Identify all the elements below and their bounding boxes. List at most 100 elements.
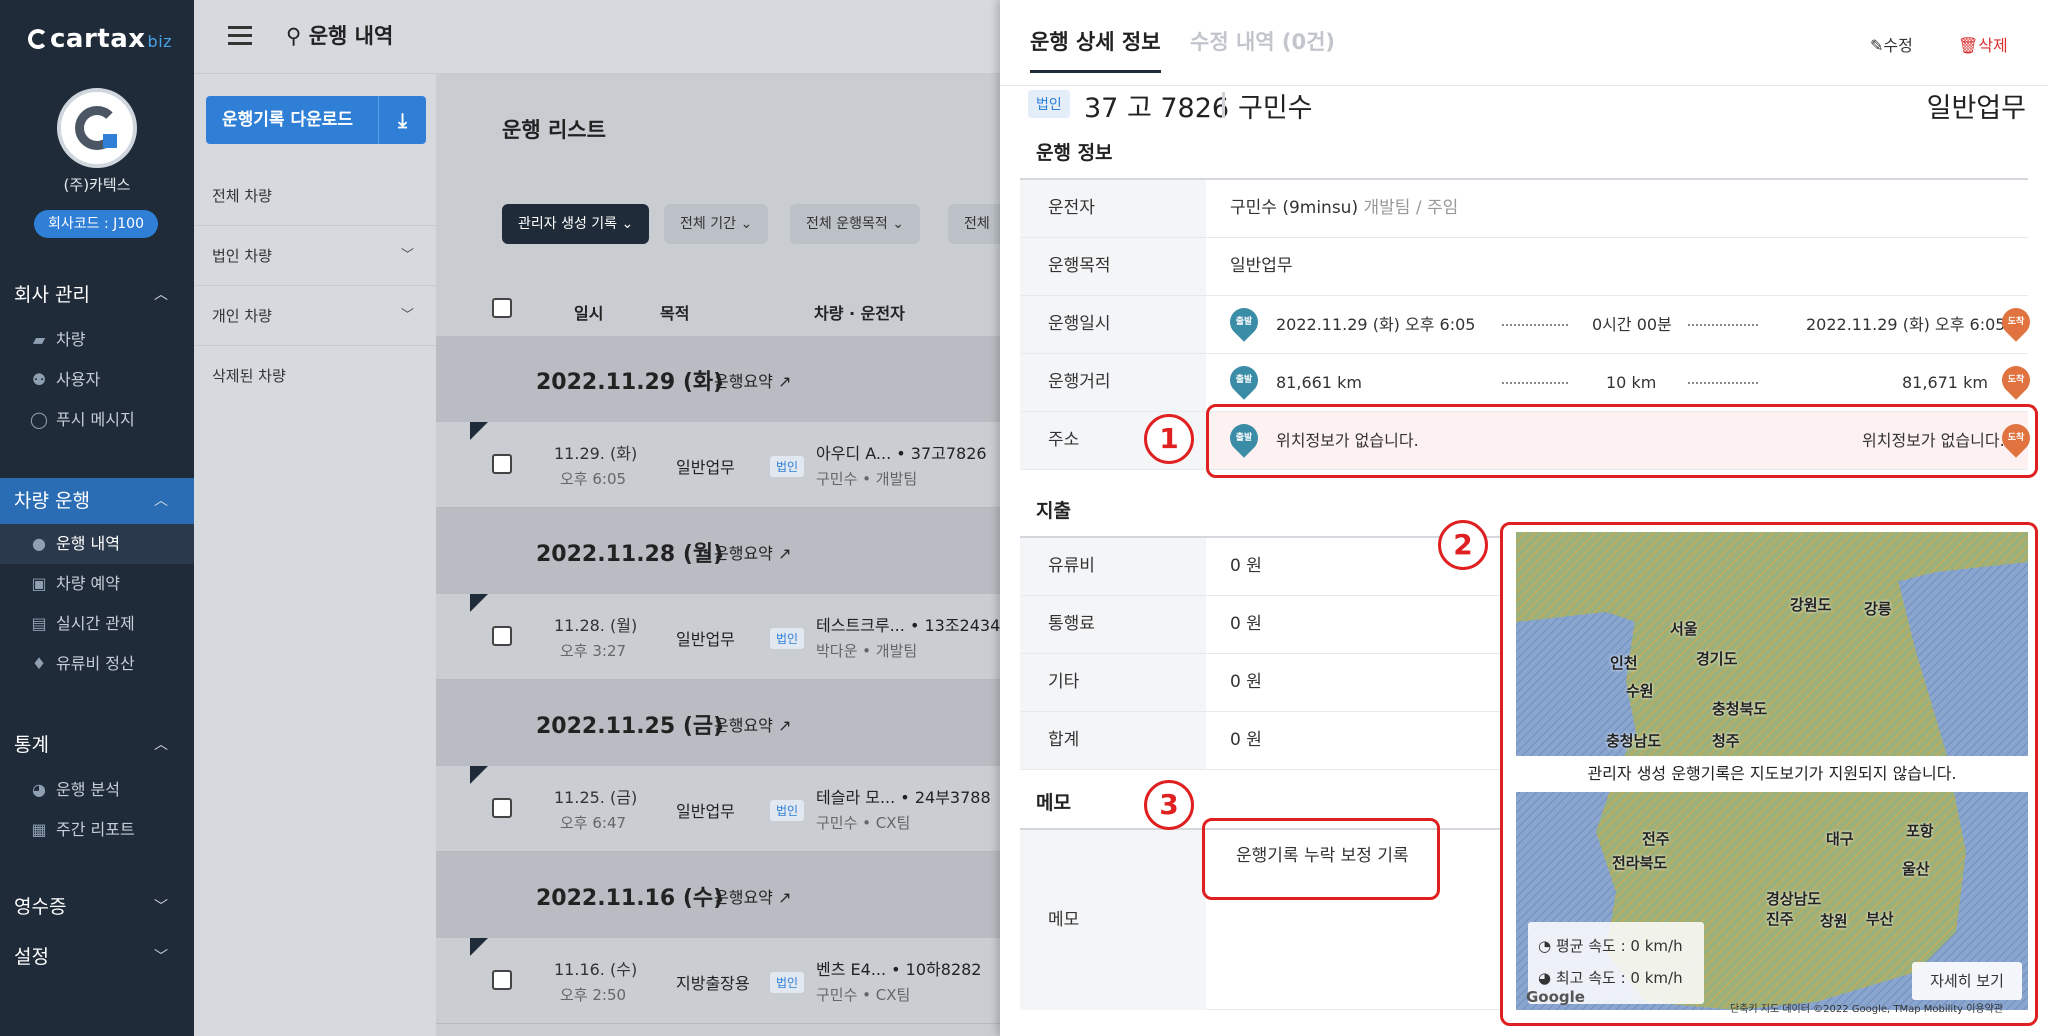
- filter-deleted-vehicles[interactable]: 삭제된 차량: [194, 346, 436, 406]
- section-vehicle-ops[interactable]: 차량 운행 ︿: [0, 478, 194, 524]
- arrival-pin-icon: 도착: [1996, 302, 2036, 342]
- external-link-icon: ↗: [777, 888, 792, 907]
- nav-drive-log[interactable]: ● 운행 내역: [0, 524, 194, 564]
- summary-label: 운행요약: [714, 888, 773, 907]
- row-checkbox[interactable]: [492, 454, 512, 474]
- table-row[interactable]: 11.28. (월) 오후 3:27 일반업무 법인 테스트크루... • 13조243…: [436, 594, 1000, 680]
- row-checkbox[interactable]: [492, 798, 512, 818]
- filter-label: 개인 차량: [212, 307, 272, 325]
- filter-corporate-vehicles[interactable]: 법인 차량 ﹀: [194, 226, 436, 286]
- logo-icon: [28, 29, 48, 49]
- chevron-down-icon: ﹀: [154, 949, 168, 965]
- table-row[interactable]: 11.25. (금) 오후 6:47 일반업무 법인 테슬라 모... • 24부378…: [436, 766, 1000, 852]
- delete-button[interactable]: 🗑삭제: [1958, 32, 2008, 56]
- group-date: 2022.11.29 (화): [536, 370, 724, 395]
- departure-time: 2022.11.29 (화) 오후 6:05: [1276, 315, 1476, 334]
- row-checkbox[interactable]: [492, 970, 512, 990]
- edit-label: 수정: [1883, 36, 1913, 55]
- summary-link[interactable]: 운행요약 ↗: [714, 540, 791, 564]
- arrival-time: 2022.11.29 (화) 오후 6:05: [1806, 315, 2006, 334]
- chat-icon: ◯: [30, 410, 48, 429]
- section-company-mgmt[interactable]: 회사 관리 ︿: [0, 274, 194, 316]
- download-log-button[interactable]: 운행기록 다운로드 ⤓: [206, 96, 426, 144]
- arrow-right-icon: [1688, 324, 1758, 326]
- divider: [1502, 382, 1568, 384]
- edit-button[interactable]: ✎수정: [1870, 32, 1913, 56]
- summary-link[interactable]: 운행요약 ↗: [714, 884, 791, 908]
- tab-detail[interactable]: 운행 상세 정보: [1030, 26, 1161, 73]
- filter-button-label: 관리자 생성 기록: [518, 216, 618, 232]
- row-driver: 구민수 • CX팀: [816, 814, 911, 832]
- filter-purpose[interactable]: 전체 운행목적 ⌄: [790, 204, 920, 244]
- company-avatar: [57, 88, 137, 168]
- map-pin-icon: ⚲: [286, 24, 309, 48]
- table-row[interactable]: 11.16. (수) 오후 2:50 지방출장용 법인 벤츠 E4... • 10하82…: [436, 938, 1000, 1024]
- arrival-odometer: 81,671 km: [1902, 373, 1988, 392]
- filter-all-vehicles[interactable]: 전체 차량: [194, 166, 436, 226]
- column-purpose: 목적: [660, 304, 690, 323]
- nav-push[interactable]: ◯ 푸시 메시지: [0, 400, 194, 440]
- drive-purpose: 일반업무: [1926, 93, 2026, 124]
- pin-label: 도착: [2007, 375, 2025, 385]
- row-car: 벤츠 E4... • 10하8282: [816, 960, 982, 979]
- filter-department[interactable]: 전체 부: [948, 204, 1000, 244]
- row-car: 테스트크루... • 13조2434: [816, 616, 1001, 635]
- logo[interactable]: cartax biz: [28, 24, 172, 54]
- section-settings[interactable]: 설정 ﹀: [0, 936, 194, 978]
- chevron-down-icon: ﹀: [400, 248, 414, 263]
- drive-duration: 0시간 00분: [1592, 315, 1672, 334]
- date-group: 2022.11.25 (금) 운행요약 ↗: [436, 680, 1000, 766]
- nav-label: 운행 내역: [56, 534, 120, 553]
- nav-weekly[interactable]: ▦ 주간 리포트: [0, 810, 194, 850]
- section-label: 설정: [14, 946, 49, 968]
- summary-link[interactable]: 운행요약 ↗: [714, 368, 791, 392]
- field-value: 일반업무: [1230, 256, 1293, 276]
- group-date: 2022.11.16 (수): [536, 886, 724, 911]
- pin-label: 출발: [1235, 317, 1253, 327]
- table-row[interactable]: 11.29. (화) 오후 6:05 일반업무 법인 아우디 A... • 37고782…: [436, 422, 1000, 508]
- select-all-checkbox[interactable]: [492, 298, 512, 318]
- filter-admin-created[interactable]: 관리자 생성 기록 ⌄: [502, 204, 650, 244]
- menu-icon[interactable]: [228, 26, 254, 48]
- field-label: 통행료: [1020, 596, 1206, 653]
- section-receipts[interactable]: 영수증 ﹀: [0, 886, 194, 928]
- nav-vehicle[interactable]: ▰ 차량: [0, 320, 194, 360]
- external-link-icon: ↗: [777, 544, 792, 563]
- nav-fuel[interactable]: ♦ 유류비 정산: [0, 644, 194, 684]
- departure-odometer: 81,661 km: [1276, 373, 1362, 392]
- admin-flag: [470, 422, 488, 440]
- nav-realtime[interactable]: ▤ 실시간 관제: [0, 604, 194, 644]
- filter-label: 법인 차량: [212, 247, 272, 265]
- nav-analysis[interactable]: ◕ 운행 분석: [0, 770, 194, 810]
- vehicle-filter-column: [194, 0, 436, 1036]
- field-label: 합계: [1020, 712, 1206, 769]
- divider: [1502, 324, 1568, 326]
- row-car: 테슬라 모... • 24부3788: [816, 788, 991, 807]
- filter-personal-vehicles[interactable]: 개인 차량 ﹀: [194, 286, 436, 346]
- annotation-marker-2: 2: [1438, 520, 1488, 570]
- filter-button-label: 전체 부: [964, 216, 990, 232]
- arrow-right-icon: [1688, 382, 1758, 384]
- row-checkbox[interactable]: [492, 626, 512, 646]
- section-stats[interactable]: 통계 ︿: [0, 724, 194, 766]
- corporate-badge: 법인: [770, 456, 805, 477]
- field-label: 운행거리: [1020, 354, 1206, 411]
- filter-period[interactable]: 전체 기간 ⌄: [664, 204, 769, 244]
- summary-link[interactable]: 운행요약 ↗: [714, 712, 791, 736]
- section-title-drive: 운행 정보: [1036, 142, 1113, 164]
- row-driver: 박다운 • 개발팀: [816, 642, 918, 660]
- corporate-badge: 법인: [770, 800, 805, 821]
- nav-label: 유류비 정산: [56, 654, 135, 673]
- annotation-box-memo: [1202, 818, 1440, 900]
- download-icon: ⤓: [378, 96, 426, 144]
- logo-text: cartax: [50, 24, 146, 54]
- section-label: 통계: [14, 734, 49, 756]
- nav-users[interactable]: ⚉ 사용자: [0, 360, 194, 400]
- tab-edit-history[interactable]: 수정 내역 (0건): [1190, 26, 1335, 56]
- summary-label: 운행요약: [714, 372, 773, 391]
- row-car: 아우디 A... • 37고7826: [816, 444, 987, 463]
- field-value: 구민수 (9minsu) 개발팀 / 주임: [1230, 180, 1458, 237]
- row-other: 기타 0 원: [1020, 654, 1500, 712]
- nav-reserve[interactable]: ▣ 차량 예약: [0, 564, 194, 604]
- external-link-icon: ↗: [777, 716, 792, 735]
